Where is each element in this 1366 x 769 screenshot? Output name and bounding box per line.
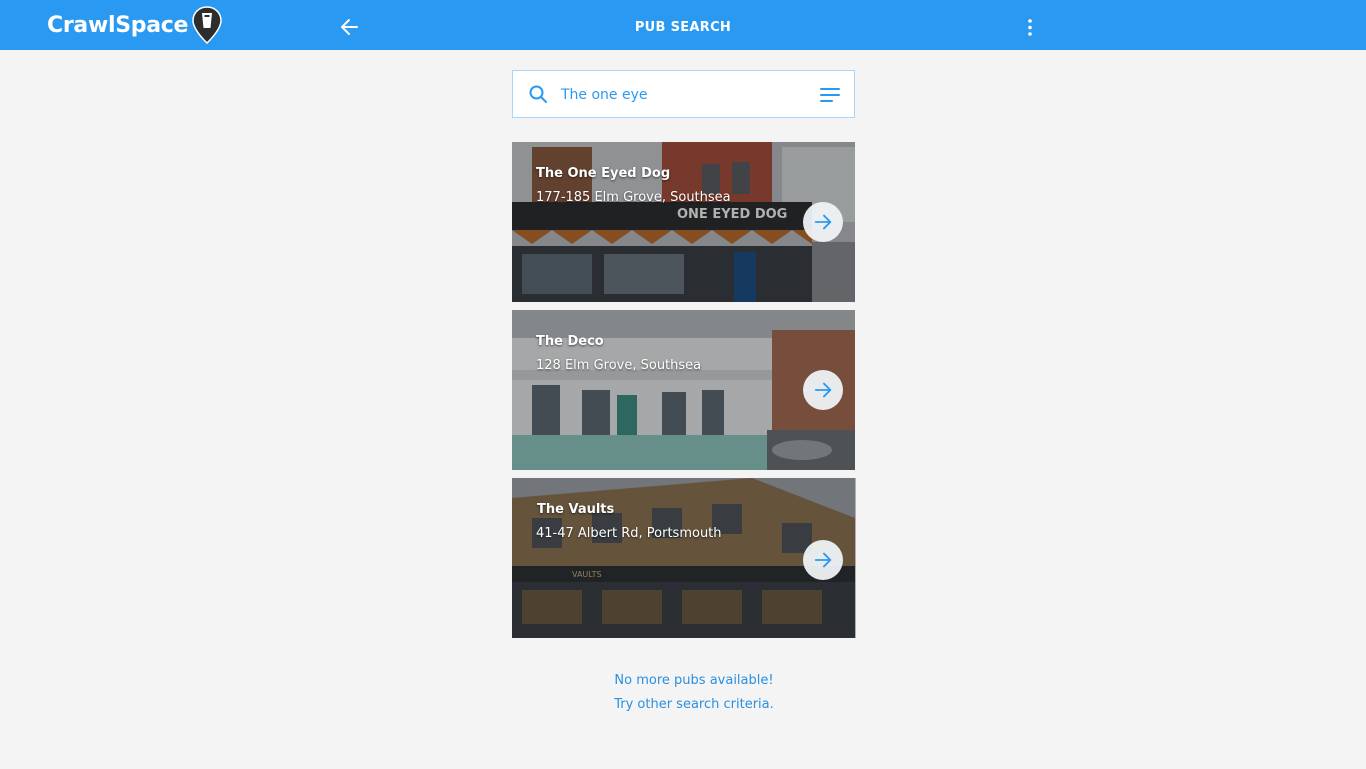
page-title: PUB SEARCH [634, 20, 732, 35]
open-pub-button[interactable] [803, 370, 843, 410]
more-vertical-icon[interactable] [1018, 15, 1042, 39]
app-header: CrawlSpace PUB SEARCH [0, 0, 1366, 50]
search-icon [529, 85, 547, 103]
pub-card[interactable]: ONE EYED DOG The One Eyed Dog 177-185 El… [512, 142, 855, 302]
pub-address: 128 Elm Grove, Southsea [536, 358, 702, 373]
pub-name: The One Eyed Dog [536, 166, 671, 181]
search-input[interactable] [561, 83, 811, 107]
search-bar [512, 70, 855, 118]
pub-name: The Vaults [537, 502, 615, 517]
no-more-results-text: No more pubs available! [614, 673, 774, 688]
arrow-right-icon [814, 214, 832, 230]
pub-card[interactable]: The Deco 128 Elm Grove, Southsea [512, 310, 855, 470]
open-pub-button[interactable] [803, 202, 843, 242]
pub-address: 177-185 Elm Grove, Southsea [536, 190, 731, 205]
pub-card[interactable]: VAULTS The Vaults 41-47 Albert Rd, Ports… [512, 478, 856, 638]
search-hint-text: Try other search criteria. [614, 697, 774, 712]
pub-address: 41-47 Albert Rd, Portsmouth [536, 526, 722, 541]
pub-name: The Deco [536, 334, 604, 349]
arrow-right-icon [814, 552, 832, 568]
filter-lines-icon[interactable] [820, 85, 840, 105]
open-pub-button[interactable] [803, 540, 843, 580]
arrow-right-icon [814, 382, 832, 398]
